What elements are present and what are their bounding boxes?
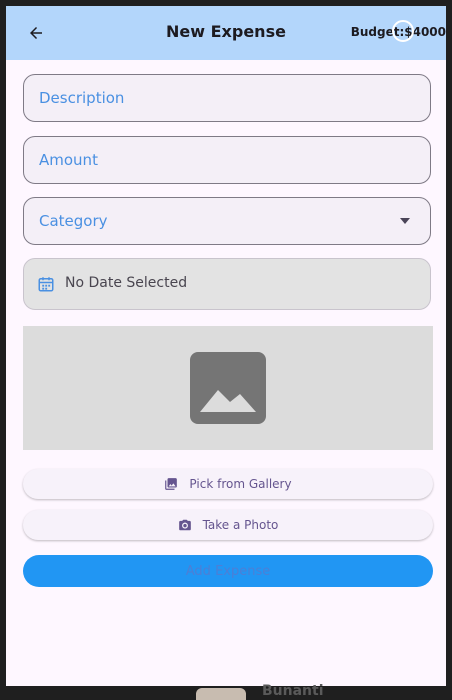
date-text: No Date Selected [65,275,188,291]
description-field[interactable]: Description [23,74,431,122]
category-label: Category [39,212,108,230]
add-expense-label: Add Expense [185,563,271,579]
calendar-icon [38,277,54,292]
background-partial-text: Bunanti [262,684,324,699]
photo-label: Take a Photo [202,518,279,532]
date-picker-field[interactable]: No Date Selected [23,258,431,310]
photo-library-icon [165,478,178,490]
description-label: Description [39,89,125,107]
background-avatar [196,688,246,700]
camera-icon [178,519,191,531]
arrow-drop-down-icon [400,218,410,224]
image-preview [23,326,433,450]
budget-label: Budget:$4000 [350,25,446,39]
take-photo-button[interactable]: Take a Photo [23,510,433,540]
amount-field[interactable]: Amount [23,136,431,184]
amount-label: Amount [39,151,98,169]
add-expense-button[interactable]: Add Expense [23,555,433,587]
app-window: New Expense Budget:$4000 Description Amo… [6,6,446,686]
pick-from-gallery-button[interactable]: Pick from Gallery [23,469,433,499]
category-dropdown[interactable]: Category [23,197,431,245]
image-icon [190,352,266,424]
app-bar: New Expense Budget:$4000 [6,6,446,60]
gallery-label: Pick from Gallery [189,477,292,491]
